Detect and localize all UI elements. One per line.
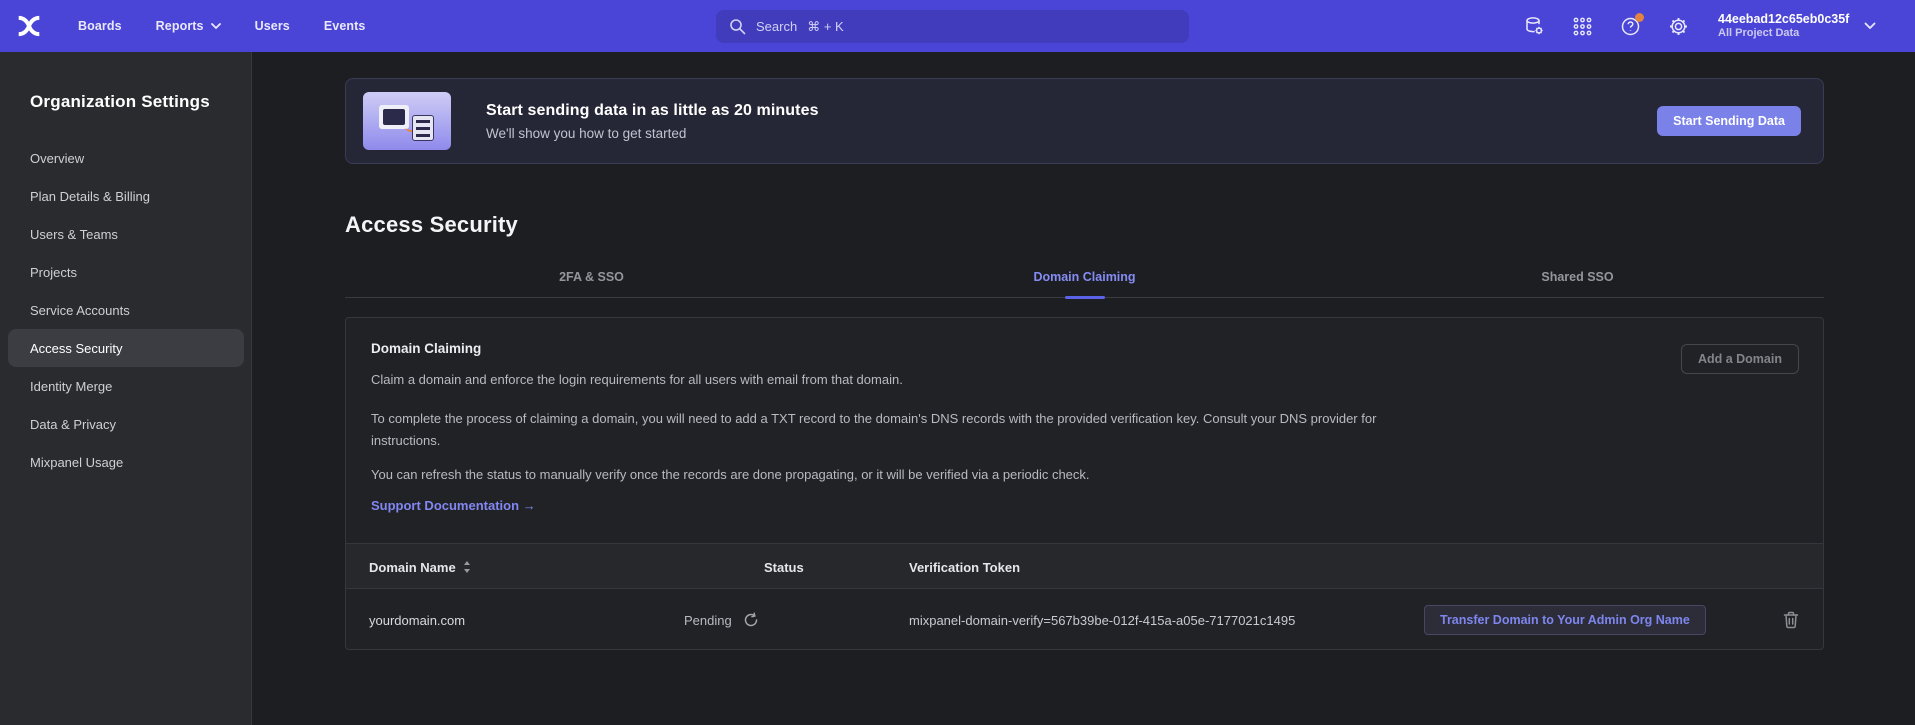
- settings-gear-icon[interactable]: [1668, 16, 1689, 37]
- account-switcher[interactable]: 44eebad12c65eb0c35f All Project Data: [1718, 12, 1849, 40]
- search-shortcut: ⌘ + K: [807, 19, 844, 35]
- nav-item-reports[interactable]: Reports: [156, 19, 221, 33]
- tab-domain-claiming-label: Domain Claiming: [1033, 270, 1135, 284]
- access-security-tabs: 2FA & SSO Domain Claiming Shared SSO: [345, 256, 1824, 298]
- tab-shared-sso[interactable]: Shared SSO: [1331, 256, 1824, 297]
- help-icon[interactable]: [1620, 16, 1641, 37]
- sidebar-item-service-accounts[interactable]: Service Accounts: [8, 291, 244, 329]
- sidebar-title: Organization Settings: [30, 92, 210, 112]
- column-header-domain-name-label: Domain Name: [369, 560, 456, 575]
- data-management-icon[interactable]: [1524, 16, 1545, 37]
- panel-description: Claim a domain and enforce the login req…: [371, 369, 903, 391]
- banner-subtitle: We'll show you how to get started: [486, 126, 819, 141]
- column-header-domain-name: Domain Name: [369, 544, 471, 590]
- page-title: Access Security: [345, 212, 518, 238]
- primary-nav: Boards Reports Users Events: [78, 19, 365, 33]
- org-id: 44eebad12c65eb0c35f: [1718, 12, 1849, 27]
- add-domain-button[interactable]: Add a Domain: [1681, 344, 1799, 374]
- nav-item-users[interactable]: Users: [255, 19, 290, 33]
- project-name: All Project Data: [1718, 27, 1849, 40]
- active-tab-underline: [1065, 296, 1105, 299]
- sort-icon[interactable]: [463, 561, 471, 573]
- sidebar-item-users-teams[interactable]: Users & Teams: [8, 215, 244, 253]
- sidebar-item-projects[interactable]: Projects: [8, 253, 244, 291]
- column-header-status: Status: [764, 544, 804, 590]
- settings-sidebar: Organization Settings Overview Plan Deta…: [0, 52, 252, 725]
- status-cell: Pending: [684, 590, 759, 650]
- nav-item-reports-label: Reports: [156, 19, 204, 33]
- search-input[interactable]: Search ⌘ + K: [716, 10, 1189, 43]
- sidebar-item-data-privacy[interactable]: Data & Privacy: [8, 405, 244, 443]
- banner-title: Start sending data in as little as 20 mi…: [486, 102, 819, 120]
- sidebar-item-plan-details-billing[interactable]: Plan Details & Billing: [8, 177, 244, 215]
- mixpanel-logo[interactable]: [16, 13, 42, 39]
- chevron-down-icon: [211, 23, 221, 29]
- getting-started-illustration: [363, 92, 451, 150]
- sidebar-nav: Overview Plan Details & Billing Users & …: [8, 139, 244, 481]
- apps-grid-icon[interactable]: [1572, 16, 1593, 37]
- tab-2fa-sso[interactable]: 2FA & SSO: [345, 256, 838, 297]
- refresh-status-icon[interactable]: [743, 612, 759, 628]
- sidebar-item-identity-merge[interactable]: Identity Merge: [8, 367, 244, 405]
- getting-started-banner: Start sending data in as little as 20 mi…: [345, 78, 1824, 164]
- sidebar-item-access-security[interactable]: Access Security: [8, 329, 244, 367]
- help-notification-dot: [1635, 13, 1644, 22]
- sidebar-item-mixpanel-usage[interactable]: Mixpanel Usage: [8, 443, 244, 481]
- domain-table-row: yourdomain.com Pending mixpanel-domain-v…: [346, 590, 1823, 650]
- search-icon: [729, 18, 746, 35]
- illustration-card: [412, 115, 434, 141]
- transfer-domain-button[interactable]: Transfer Domain to Your Admin Org Name: [1424, 605, 1706, 635]
- delete-domain-trash-icon[interactable]: [1783, 611, 1799, 629]
- topnav-right: 44eebad12c65eb0c35f All Project Data: [1524, 0, 1876, 52]
- domain-claiming-panel: Domain Claiming Add a Domain Claim a dom…: [345, 317, 1824, 650]
- banner-text: Start sending data in as little as 20 mi…: [486, 102, 819, 141]
- domain-name-cell: yourdomain.com: [369, 590, 465, 650]
- panel-instructions: To complete the process of claiming a do…: [371, 408, 1431, 452]
- start-sending-data-button[interactable]: Start Sending Data: [1657, 106, 1801, 136]
- support-documentation-link[interactable]: Support Documentation →: [371, 498, 536, 513]
- verification-token-cell: mixpanel-domain-verify=567b39be-012f-415…: [909, 590, 1295, 650]
- account-chevron-down-icon[interactable]: [1864, 22, 1876, 30]
- sidebar-item-overview[interactable]: Overview: [8, 139, 244, 177]
- domains-table-header: Domain Name Status Verification Token: [346, 543, 1823, 589]
- panel-title: Domain Claiming: [371, 341, 481, 356]
- panel-refresh-note: You can refresh the status to manually v…: [371, 464, 1090, 486]
- main-content: Start sending data in as little as 20 mi…: [253, 52, 1915, 725]
- tab-domain-claiming[interactable]: Domain Claiming: [838, 256, 1331, 297]
- search-label: Search: [756, 19, 797, 34]
- status-badge: Pending: [684, 613, 732, 628]
- nav-item-events[interactable]: Events: [324, 19, 366, 33]
- top-navigation: Boards Reports Users Events Search ⌘ + K: [0, 0, 1915, 52]
- column-header-verification-token: Verification Token: [909, 544, 1020, 590]
- nav-item-boards[interactable]: Boards: [78, 19, 122, 33]
